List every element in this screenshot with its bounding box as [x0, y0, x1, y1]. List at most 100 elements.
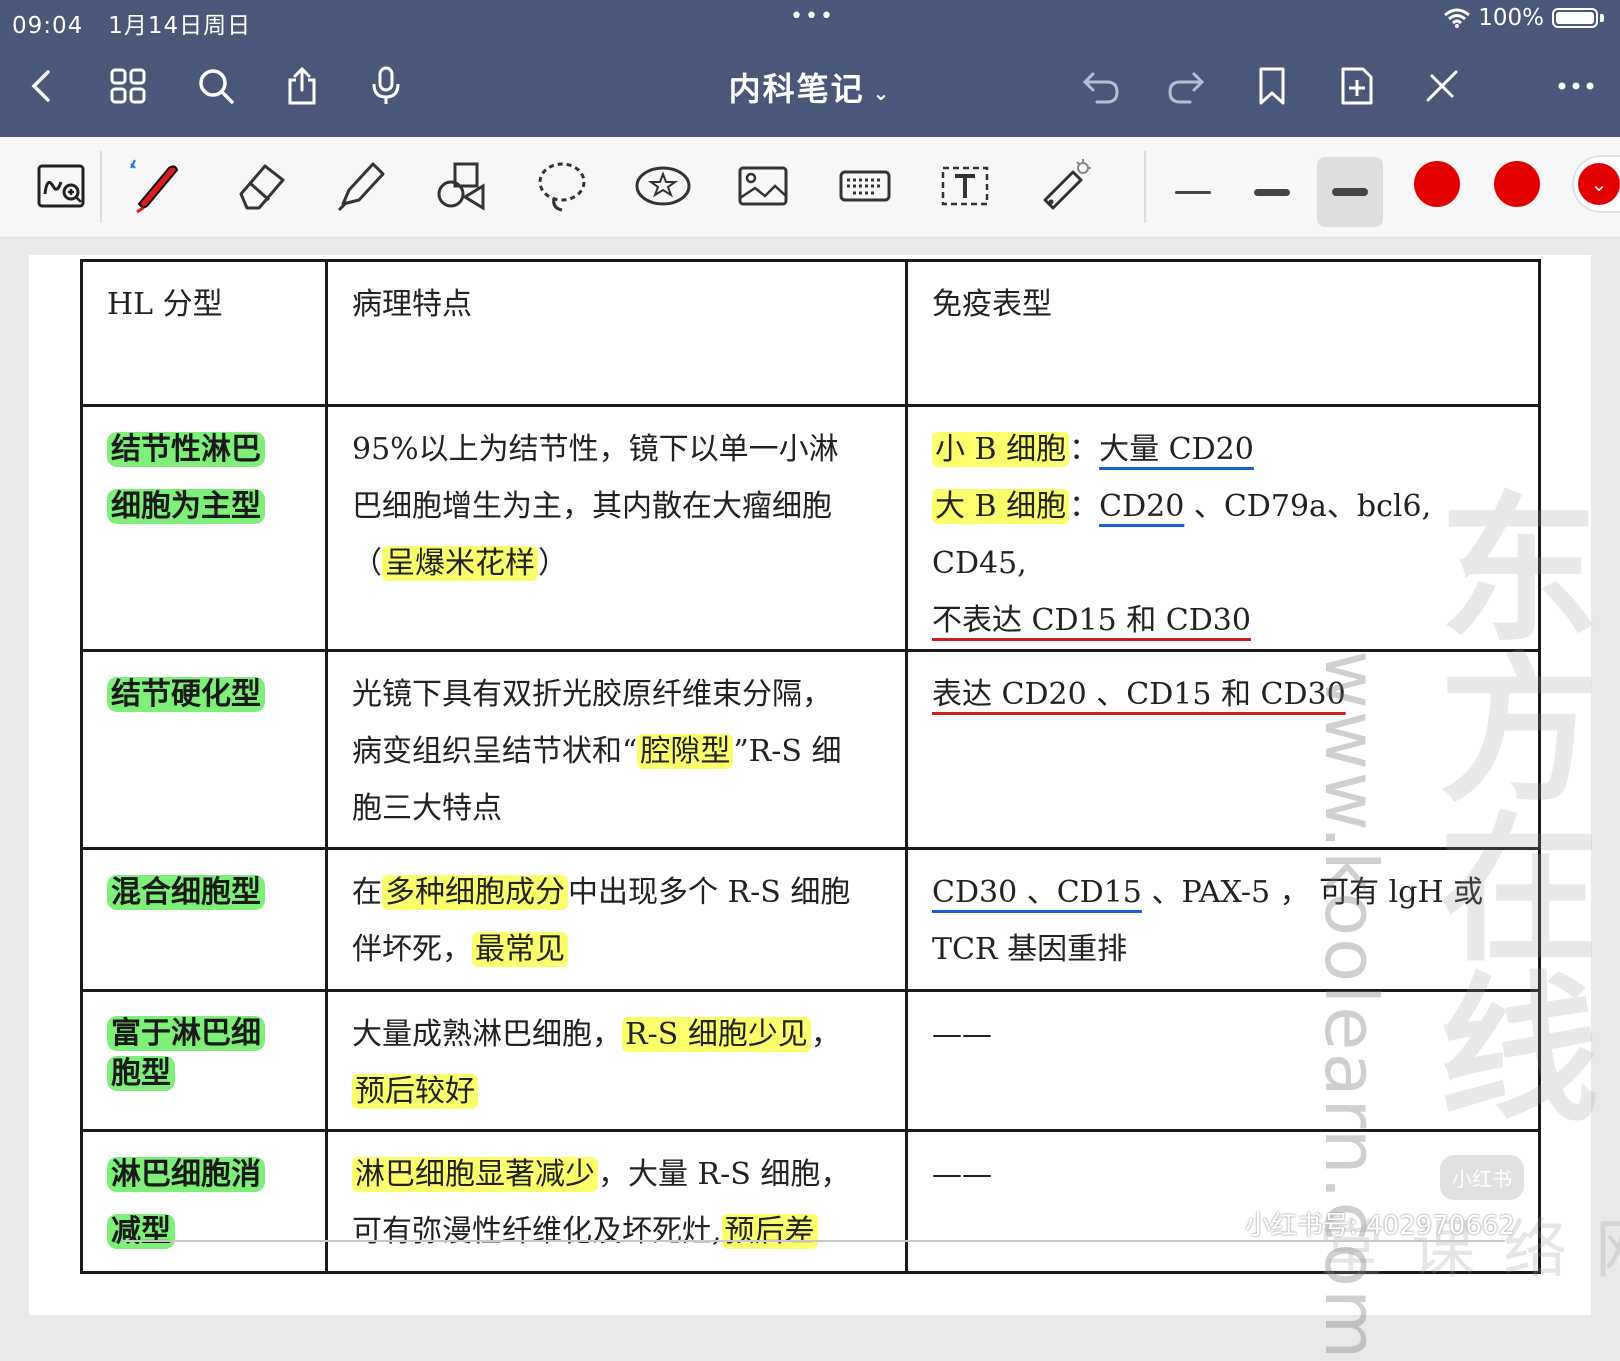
pathology-text: 中出现多个 R-S 细胞: [568, 875, 851, 910]
bookmark-icon: [1259, 67, 1285, 105]
pathology-text: 病变组织呈结节状和“: [352, 734, 638, 769]
microphone-icon: [372, 66, 400, 104]
type-label: 减型: [107, 1214, 175, 1249]
text-box-icon: [941, 166, 989, 206]
grid-view-button[interactable]: [104, 62, 152, 110]
underlined-text: CD30 、CD15: [932, 875, 1142, 910]
battery-percent: 100%: [1478, 5, 1544, 31]
add-page-icon: [1341, 67, 1373, 105]
pathology-text: 伴坏死，: [352, 932, 472, 967]
shapes-icon: [437, 162, 485, 211]
toolbar-divider: [1144, 151, 1146, 223]
share-button[interactable]: [278, 62, 326, 110]
keyboard-icon: [839, 170, 891, 202]
highlighter-tool[interactable]: [326, 151, 396, 221]
search-button[interactable]: [192, 62, 240, 110]
pathology-text: 可有弥漫性纤维化及坏死灶,: [352, 1214, 722, 1249]
laser-pointer-tool[interactable]: [1030, 151, 1100, 221]
eraser-tool[interactable]: [226, 151, 296, 221]
pen-cross-icon: [1426, 70, 1458, 102]
pathology-cell: 大量成熟淋巴细胞， R-S 细胞少见， 预后较好: [325, 989, 908, 1132]
underlined-text: 表达 CD20 、CD15 和 CD30: [932, 677, 1346, 712]
type-label: 淋巴细胞消: [107, 1157, 265, 1192]
xiaohongshu-logo: 小红书: [1440, 1155, 1524, 1200]
pen-tool[interactable]: [122, 151, 192, 221]
table-row: 结节性淋巴 细胞为主型 95%以上为结节性，镜下以单一小淋 巴细胞增生为主，其内…: [80, 404, 1541, 652]
more-button[interactable]: [1552, 62, 1600, 110]
immuno-text: TCR 基因重排: [932, 932, 1128, 967]
highlighted-text: 最常见: [472, 932, 568, 967]
highlighted-text: 预后较好: [352, 1074, 478, 1109]
color-swatch-1[interactable]: [1414, 161, 1460, 207]
header-immunophenotype: 免疫表型: [905, 259, 1541, 407]
stroke-medium-option[interactable]: [1239, 157, 1305, 227]
pathology-line: 95%以上为结节性，镜下以单一小淋: [352, 432, 839, 467]
color-picker-swatch: ⌄: [1578, 163, 1620, 205]
bookmark-button[interactable]: [1248, 62, 1296, 110]
color-swatch-2[interactable]: [1494, 161, 1540, 207]
pathology-text: ，: [810, 1017, 841, 1052]
underlined-text: CD20: [1099, 489, 1185, 524]
type-cell: 结节性淋巴 细胞为主型: [80, 404, 328, 652]
document-title-button[interactable]: [700, 60, 920, 110]
edit-mode-button[interactable]: [1418, 62, 1466, 110]
notebook-page[interactable]: HL 分型 病理特点 免疫表型 结节性淋巴 细胞为主型 95%以上为结节性，镜下…: [29, 255, 1620, 1361]
pathology-cell: 在多种细胞成分 中出现多个 R-S 细胞 伴坏死， 最常见: [325, 847, 908, 992]
image-tool[interactable]: [728, 151, 798, 221]
type-label: 细胞为主型: [107, 489, 265, 524]
stroke-thin-option[interactable]: [1160, 157, 1226, 227]
pathology-text: ”R-S 细: [733, 734, 842, 769]
keyboard-tool[interactable]: [830, 151, 900, 221]
color-picker-button[interactable]: ⌄: [1574, 157, 1620, 211]
pathology-text: ）: [538, 546, 568, 581]
type-label: 富于淋巴细: [107, 1016, 265, 1051]
back-button[interactable]: [18, 62, 66, 110]
text-box-tool[interactable]: [930, 151, 1000, 221]
highlighted-text: 呈爆米花样: [382, 546, 538, 581]
zoom-write-icon: [37, 164, 85, 208]
more-icon: [1558, 82, 1594, 90]
highlighted-text: 大 B 细胞: [932, 489, 1070, 524]
type-cell: 结节硬化型: [80, 649, 328, 850]
zoom-write-tool[interactable]: [26, 151, 96, 221]
redo-button[interactable]: [1162, 62, 1210, 110]
highlighted-text: 小 B 细胞: [932, 432, 1070, 467]
pathology-text: ，大量 R-S 细胞，: [598, 1157, 851, 1192]
type-label: 结节性淋巴: [107, 432, 265, 467]
status-right: 100%: [1444, 5, 1604, 31]
pen-icon: [130, 159, 179, 214]
search-icon: [199, 69, 234, 104]
toolbar-divider: [100, 151, 102, 223]
add-page-button[interactable]: [1333, 62, 1381, 110]
immuno-text: ——: [932, 1157, 992, 1192]
type-cell: 混合细胞型: [80, 847, 328, 992]
type-label: 结节硬化型: [107, 677, 265, 712]
type-label: 胞型: [107, 1056, 175, 1091]
wifi-icon: [1444, 8, 1471, 28]
table-header-row: HL 分型 病理特点 免疫表型: [80, 259, 1541, 407]
stroke-thin-preview: [1175, 190, 1211, 194]
stroke-thick-option[interactable]: [1317, 157, 1383, 227]
lasso-icon: [538, 162, 586, 212]
undo-button[interactable]: [1077, 62, 1125, 110]
pathology-line: 巴细胞增生为主，其内散在大瘤细胞: [352, 489, 832, 524]
stroke-medium-preview: [1254, 188, 1290, 196]
lasso-tool[interactable]: [527, 151, 597, 221]
microphone-button[interactable]: [362, 62, 410, 110]
sticker-tool[interactable]: [628, 151, 698, 221]
immuno-text: ——: [932, 1017, 992, 1052]
battery-tip: [1600, 14, 1604, 22]
underlined-text: 不表达 CD15 和 CD30: [932, 603, 1251, 638]
pathology-text: 在: [352, 875, 382, 910]
shapes-tool[interactable]: [426, 151, 496, 221]
share-icon: [288, 66, 316, 105]
watermark-brand: 东方在线: [1412, 485, 1599, 1125]
chevron-left-icon: [31, 70, 50, 102]
laser-pointer-icon: [1043, 159, 1091, 210]
status-time-date: 09:04 1月14日周日: [12, 6, 251, 40]
highlighted-text: R-S 细胞少见: [622, 1017, 811, 1052]
status-time: 09:04: [12, 13, 84, 39]
multitask-dots-icon[interactable]: •••: [790, 4, 835, 29]
type-label: 混合细胞型: [107, 875, 265, 910]
highlighted-text: 腔隙型: [637, 734, 734, 769]
